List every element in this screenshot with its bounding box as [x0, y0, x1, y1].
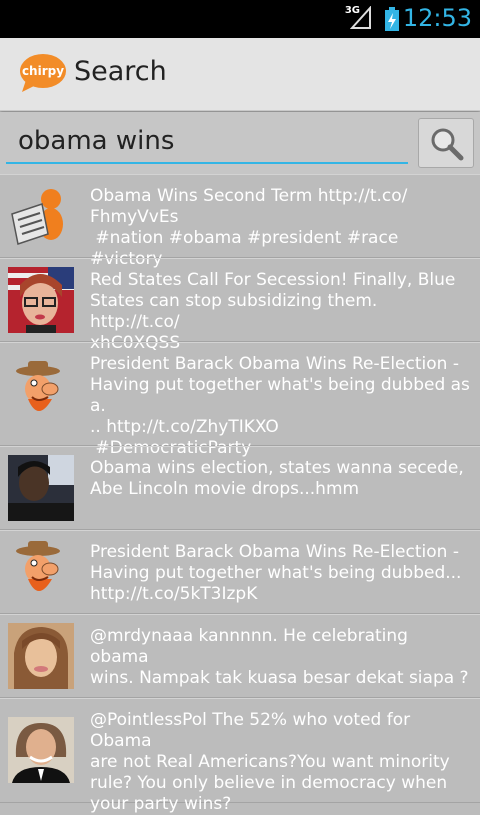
- tweet-list: Obama Wins Second Term http://t.co/ Fhmy…: [0, 174, 480, 814]
- chirpy-logo-icon[interactable]: chirpy: [18, 52, 68, 94]
- man-tuxedo-avatar: [8, 717, 74, 783]
- page-title: Search: [74, 56, 167, 87]
- clock: 12:53: [402, 4, 472, 32]
- status-bar: 3G 12:53: [0, 0, 480, 38]
- woman-glasses-flag-avatar: [8, 267, 74, 333]
- tweet-text: @PointlessPol The 52% who voted for Obam…: [90, 710, 450, 814]
- cartoon-cowboy-avatar: [8, 359, 74, 425]
- search-input[interactable]: [6, 122, 418, 160]
- search-field[interactable]: [6, 118, 418, 164]
- woman-portrait-avatar: [8, 623, 74, 689]
- tweet-text: President Barack Obama Wins Re-Election …: [90, 542, 462, 604]
- search-icon: [431, 128, 464, 161]
- tweet-item[interactable]: Obama wins election, states wanna secede…: [0, 446, 480, 530]
- signal-icon: [350, 6, 371, 29]
- action-bar: chirpy Search: [0, 38, 480, 111]
- cartoon-cowboy-avatar: [8, 539, 74, 605]
- battery-charging-icon: [385, 7, 399, 31]
- logo-text: chirpy: [22, 64, 64, 78]
- tweet-item[interactable]: Red States Call For Secession! Finally, …: [0, 258, 480, 353]
- man-in-car-avatar: [8, 455, 74, 521]
- tweet-item[interactable]: President Barack Obama Wins Re-Election …: [0, 530, 480, 614]
- tweet-text: @mrdynaaa kannnnn. He celebrating obama …: [90, 626, 469, 688]
- search-bar: [0, 112, 480, 174]
- tweet-item[interactable]: Obama Wins Second Term http://t.co/ Fhmy…: [0, 174, 480, 269]
- tweet-item[interactable]: @PointlessPol The 52% who voted for Obam…: [0, 698, 480, 814]
- tweet-text: President Barack Obama Wins Re-Election …: [90, 354, 470, 458]
- tweet-item[interactable]: President Barack Obama Wins Re-Election …: [0, 342, 480, 458]
- newspaper-reader-avatar: [8, 184, 74, 250]
- tweet-text: Obama wins election, states wanna secede…: [90, 458, 464, 499]
- tweet-item[interactable]: @mrdynaaa kannnnn. He celebrating obama …: [0, 614, 480, 698]
- search-button[interactable]: [418, 118, 474, 168]
